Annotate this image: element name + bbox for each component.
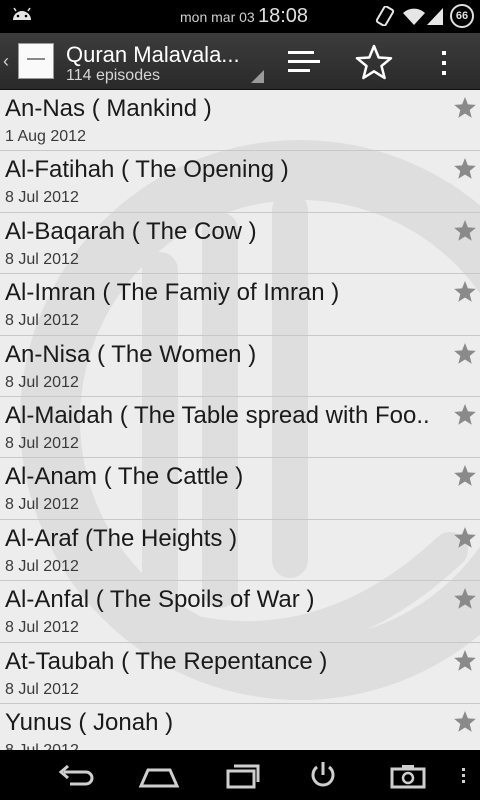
episode-title: Al-Imran ( The Famiy of Imran ) <box>5 279 340 307</box>
back-icon[interactable] <box>56 760 96 790</box>
star-icon[interactable] <box>453 219 477 243</box>
wifi-icon <box>403 8 425 25</box>
status-bar: mon mar 03 18:08 66 <box>0 0 480 33</box>
episode-date: 8 Jul 2012 <box>5 189 79 207</box>
menu-icon[interactable] <box>458 760 470 790</box>
star-icon[interactable] <box>453 464 477 488</box>
star-icon[interactable] <box>453 342 477 366</box>
recent-apps-icon[interactable] <box>222 760 262 790</box>
android-icon <box>13 7 31 20</box>
episode-title: Al-Anfal ( The Spoils of War ) <box>5 586 315 614</box>
home-icon[interactable] <box>137 760 181 790</box>
episode-title: Al-Baqarah ( The Cow ) <box>5 217 257 245</box>
episode-date: 8 Jul 2012 <box>5 680 79 698</box>
episode-row[interactable]: Al-Anam ( The Cattle ) 8 Jul 2012 <box>0 458 480 520</box>
episode-title: Yunus ( Jonah ) <box>5 708 174 736</box>
episode-title: Al-Araf (The Heights ) <box>5 524 238 552</box>
star-icon[interactable] <box>453 96 477 120</box>
episode-count: 114 episodes <box>66 67 160 84</box>
star-icon[interactable] <box>453 526 477 550</box>
episode-row[interactable]: Al-Imran ( The Famiy of Imran ) 8 Jul 201… <box>0 274 480 336</box>
episode-row[interactable]: Al-Fatihah ( The Opening ) 8 Jul 2012 <box>0 151 480 213</box>
navigation-bar <box>0 750 480 800</box>
episode-date: 8 Jul 2012 <box>5 312 79 330</box>
episode-date: 8 Jul 2012 <box>5 496 79 514</box>
status-time: 18:08 <box>258 5 309 27</box>
star-icon[interactable] <box>453 587 477 611</box>
episode-title: An-Nas ( Mankind ) <box>5 95 212 122</box>
episode-date: 1 Aug 2012 <box>5 128 86 145</box>
episode-date: 8 Jul 2012 <box>5 434 79 452</box>
episode-title: Al-Maidah ( The Table spread with Foo.. <box>5 401 430 429</box>
episode-row[interactable]: At-Taubah ( The Repentance ) 8 Jul 2012 <box>0 643 480 704</box>
star-icon[interactable] <box>453 403 477 427</box>
episode-date: 8 Jul 2012 <box>5 619 79 637</box>
star-icon[interactable] <box>453 710 477 734</box>
status-date: mon mar 03 <box>180 9 255 25</box>
star-icon[interactable] <box>453 157 477 181</box>
up-icon: ‹ <box>3 51 9 71</box>
episode-row[interactable]: Al-Araf (The Heights ) 8 Jul 2012 <box>0 520 480 582</box>
episode-row[interactable]: An-Nisa ( The Women ) 8 Jul 2012 <box>0 336 480 397</box>
favorites-star-icon[interactable] <box>354 43 394 81</box>
episode-title: At-Taubah ( The Repentance ) <box>5 647 328 675</box>
episode-row[interactable]: An-Nas ( Mankind ) 1 Aug 2012 <box>0 90 480 152</box>
app-logo <box>18 43 54 79</box>
overflow-menu-icon[interactable] <box>432 47 456 79</box>
battery-icon: 66 <box>450 4 474 28</box>
star-icon[interactable] <box>453 649 477 673</box>
episode-row[interactable]: Al-Baqarah ( The Cow ) 8 Jul 2012 <box>0 213 480 275</box>
episode-list[interactable]: An-Nas ( Mankind ) 1 Aug 2012 Al-Fatihah (… <box>0 90 480 750</box>
podcast-title: Quran Malavala... <box>66 42 240 67</box>
episode-row[interactable]: Yunus ( Jonah ) 8 Jul 2012 <box>0 704 480 750</box>
episode-title: Al-Fatihah ( The Opening ) <box>5 156 289 184</box>
episode-title: An-Nisa ( The Women ) <box>5 340 257 368</box>
episode-row[interactable]: Al-Anfal ( The Spoils of War ) 8 Jul 2012 <box>0 581 480 643</box>
rotate-icon <box>375 6 395 26</box>
action-bar: ‹ Quran Malavala... 114 episodes <box>0 33 480 90</box>
star-icon[interactable] <box>453 280 477 304</box>
dropdown-indicator-icon <box>251 70 264 83</box>
camera-icon[interactable] <box>388 760 428 790</box>
sort-icon[interactable] <box>284 47 324 77</box>
signal-icon <box>427 8 443 25</box>
episode-date: 8 Jul 2012 <box>5 742 79 750</box>
episode-title: Al-Anam ( The Cattle ) <box>5 463 244 491</box>
power-icon[interactable] <box>308 760 338 790</box>
episode-date: 8 Jul 2012 <box>5 557 79 575</box>
episode-row[interactable]: Al-Maidah ( The Table spread with Foo.. 8… <box>0 397 480 459</box>
episode-date: 8 Jul 2012 <box>5 373 79 391</box>
episode-date: 8 Jul 2012 <box>5 250 79 268</box>
